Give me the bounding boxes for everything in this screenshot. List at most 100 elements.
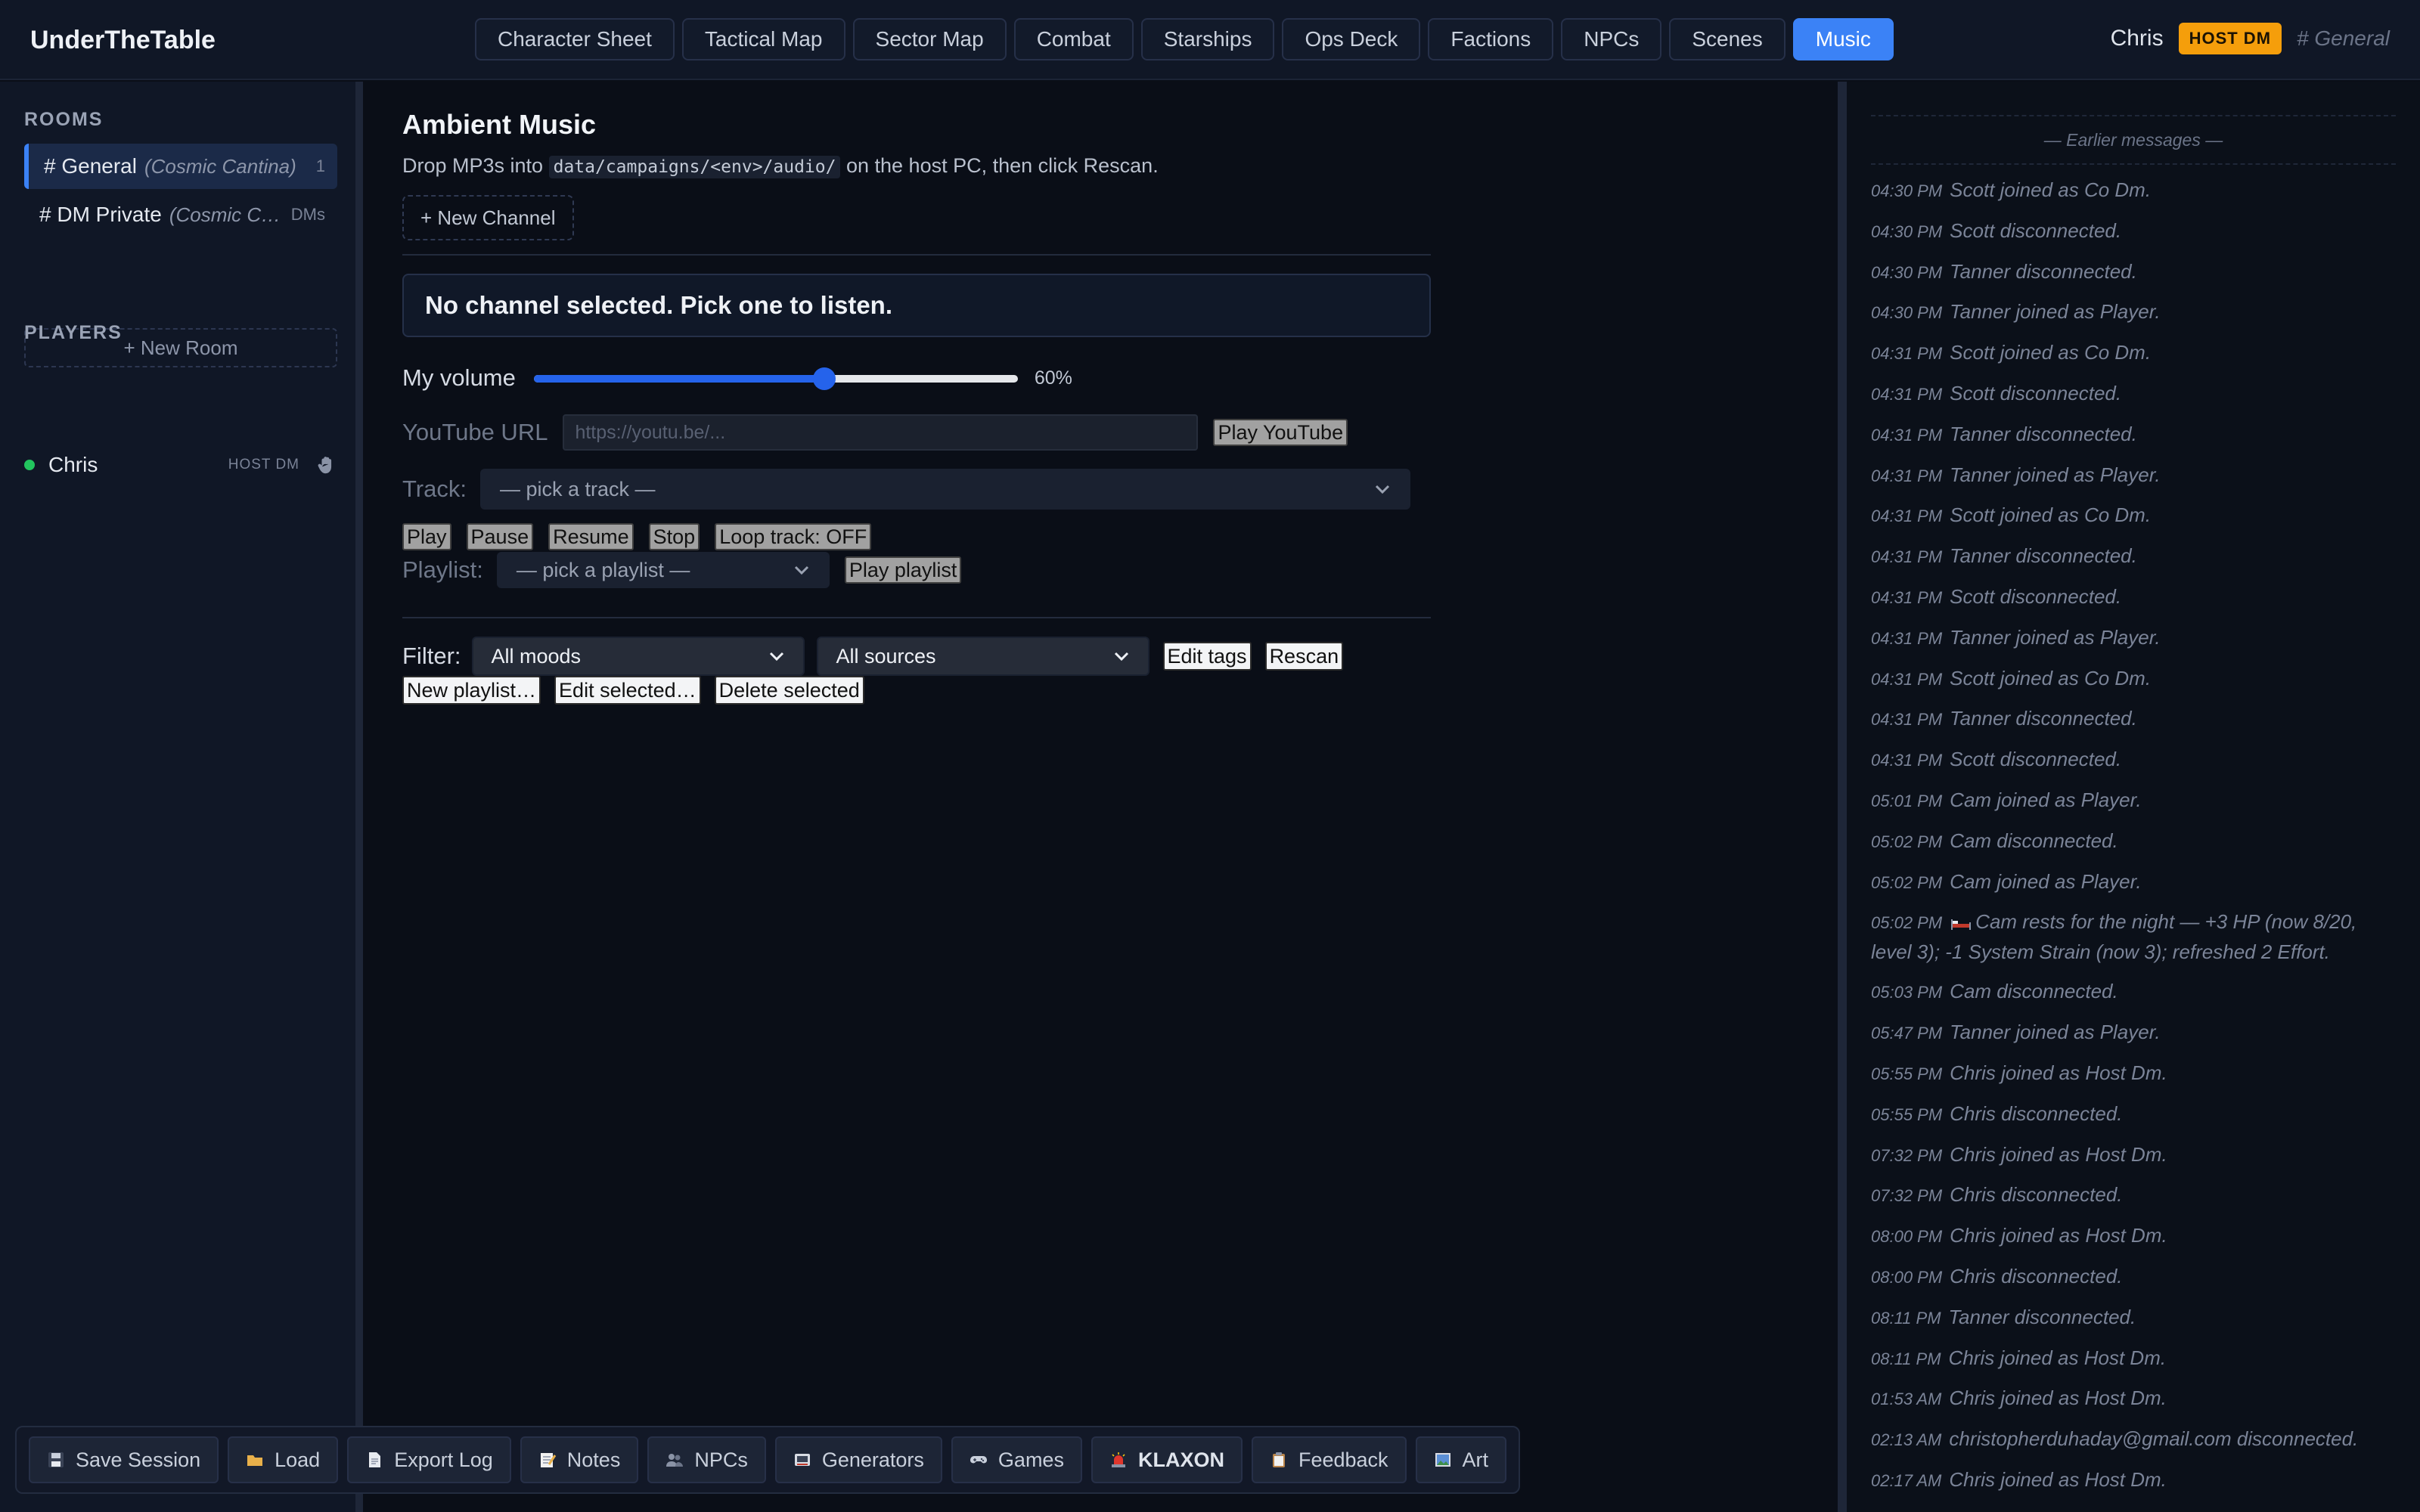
message-text: Chris joined as Host Dm.: [1949, 1387, 2167, 1410]
chevron-down-icon: [1375, 485, 1390, 494]
chevron-down-icon: [1114, 652, 1128, 662]
generators-button[interactable]: Generators: [774, 1436, 942, 1483]
tab-factions[interactable]: Factions: [1428, 18, 1554, 60]
message-timestamp: 04:30 PM: [1871, 262, 1943, 282]
message-timestamp: 08:11 PM: [1871, 1349, 1941, 1368]
resume-button[interactable]: Resume: [548, 523, 634, 550]
chat-message: 04:31 PM Scott joined as Co Dm.: [1871, 500, 2396, 531]
notes-button[interactable]: Notes: [520, 1436, 639, 1483]
track-select[interactable]: — pick a track —: [479, 469, 1410, 510]
play-playlist-button[interactable]: Play playlist: [844, 556, 962, 584]
save-session-button[interactable]: Save Session: [29, 1436, 219, 1483]
chat-message: 04:31 PM Tanner disconnected.: [1871, 704, 2396, 734]
chat-message: 05:02 PM Cam joined as Player.: [1871, 867, 2396, 897]
feedback-button[interactable]: Feedback: [1251, 1436, 1407, 1483]
no-channel-notice: No channel selected. Pick one to listen.: [402, 274, 1431, 337]
tab-tactical-map[interactable]: Tactical Map: [681, 18, 845, 60]
siren-icon: [1111, 1452, 1125, 1467]
tab-combat[interactable]: Combat: [1013, 18, 1134, 60]
message-timestamp: 04:31 PM: [1871, 710, 1943, 730]
tab-scenes[interactable]: Scenes: [1669, 18, 1786, 60]
button-label: Load: [275, 1448, 321, 1471]
chat-message: 04:31 PM Scott disconnected.: [1871, 582, 2396, 612]
message-text: Chris disconnected.: [1950, 1265, 2123, 1287]
youtube-row: YouTube URL https://youtu.be/... Play Yo…: [402, 414, 1348, 451]
new-channel-button[interactable]: + New Channel: [402, 195, 574, 240]
audio-folder-hint: Drop MP3s into data/campaigns/<env>/audi…: [402, 154, 1159, 178]
volume-slider[interactable]: [533, 363, 1018, 393]
message-text: Tanner joined as Player.: [1950, 300, 2161, 324]
play-youtube-button[interactable]: Play YouTube: [1213, 419, 1348, 446]
delete-selected-button[interactable]: Delete selected: [714, 676, 864, 705]
clipboard-icon: [1272, 1452, 1285, 1467]
message-text: Scott disconnected.: [1950, 382, 2122, 404]
tab-ops-deck[interactable]: Ops Deck: [1282, 18, 1421, 60]
message-text: Scott disconnected.: [1950, 585, 2122, 608]
mood-filter-select[interactable]: All moods: [471, 637, 805, 676]
message-text: Tanner joined as Player.: [1950, 1021, 2161, 1044]
export-log-button[interactable]: Export Log: [347, 1436, 511, 1483]
message-timestamp: 04:31 PM: [1871, 547, 1943, 567]
tab-starships[interactable]: Starships: [1140, 18, 1275, 60]
new-playlist-button[interactable]: New playlist…: [402, 676, 541, 705]
divider: [402, 617, 1431, 618]
chat-message: 04:31 PM Scott joined as Co Dm.: [1871, 664, 2396, 694]
message-timestamp: 05:55 PM: [1871, 1105, 1943, 1124]
load-button[interactable]: Load: [228, 1436, 339, 1483]
source-filter-select[interactable]: All sources: [816, 637, 1150, 676]
games-button[interactable]: Games: [951, 1436, 1082, 1483]
button-label: Art: [1462, 1448, 1489, 1471]
current-channel-label: # General: [2297, 26, 2390, 50]
message-text: Chris joined as Host Dm.: [1948, 1346, 2167, 1369]
edit-selected-button[interactable]: Edit selected…: [554, 676, 701, 705]
tab-music[interactable]: Music: [1792, 18, 1894, 60]
message-timestamp: 04:30 PM: [1871, 303, 1943, 323]
room-item-general[interactable]: # General (Cosmic Cantina) 1: [24, 144, 337, 189]
tab-npcs[interactable]: NPCs: [1561, 18, 1662, 60]
message-timestamp: 04:31 PM: [1871, 751, 1943, 770]
playlist-select[interactable]: — pick a playlist —: [496, 552, 830, 588]
dice-icon: [794, 1454, 810, 1466]
message-timestamp: 04:31 PM: [1871, 425, 1943, 445]
npcs-button[interactable]: NPCs: [647, 1436, 766, 1483]
left-sidebar: ROOMS # General (Cosmic Cantina) 1 # DM …: [0, 82, 363, 1512]
chat-message: 02:13 AM christopherduhaday@gmail.com dis…: [1871, 1424, 2396, 1455]
message-timestamp: 08:11 PM: [1871, 1308, 1941, 1328]
chat-message: 04:31 PM Tanner joined as Player.: [1871, 623, 2396, 653]
chat-message: 08:11 PM Tanner disconnected.: [1871, 1303, 2396, 1333]
playlist-actions-row: New playlist… Edit selected… Delete sele…: [402, 676, 864, 705]
player-name: Chris: [48, 453, 98, 476]
edit-tags-button[interactable]: Edit tags: [1162, 642, 1252, 671]
panel-resize-handle[interactable]: [1838, 82, 1847, 1512]
stop-button[interactable]: Stop: [648, 523, 700, 550]
message-text: Tanner disconnected.: [1950, 422, 2137, 445]
rescan-button[interactable]: Rescan: [1264, 642, 1344, 671]
youtube-url-input[interactable]: https://youtu.be/...: [563, 414, 1199, 451]
play-button[interactable]: Play: [402, 523, 451, 550]
chat-message: 04:31 PM Tanner joined as Player.: [1871, 460, 2396, 491]
chat-message: 08:11 PM Chris joined as Host Dm.: [1871, 1343, 2396, 1374]
message-text: Scott joined as Co Dm.: [1950, 178, 2152, 201]
chat-message: 04:31 PM Tanner disconnected.: [1871, 420, 2396, 450]
raise-hand-icon[interactable]: [316, 454, 337, 476]
art-button[interactable]: Art: [1415, 1436, 1507, 1483]
tab-character-sheet[interactable]: Character Sheet: [475, 18, 675, 60]
volume-thumb[interactable]: [812, 367, 836, 390]
message-text: Tanner joined as Player.: [1950, 625, 2161, 649]
tab-sector-map[interactable]: Sector Map: [852, 18, 1007, 60]
message-text: Tanner disconnected.: [1950, 544, 2137, 568]
earlier-messages-link[interactable]: — Earlier messages —: [1871, 115, 2396, 165]
message-text: Chris joined as Host Dm.: [1950, 1061, 2167, 1084]
pause-button[interactable]: Pause: [466, 523, 534, 550]
klaxon-button[interactable]: KLAXON: [1091, 1436, 1243, 1483]
message-text: Chris joined as Host Dm.: [1950, 1142, 2167, 1166]
audio-folder-path: data/campaigns/<env>/audio/: [548, 156, 841, 178]
room-item-dm-private[interactable]: # DM Private (Cosmic Cantina) DMs: [24, 192, 337, 237]
button-label: Save Session: [76, 1448, 201, 1471]
room-count: 1: [315, 156, 325, 175]
hint-text-start: Drop MP3s into: [402, 154, 544, 177]
chat-message: 05:03 PM Cam disconnected.: [1871, 977, 2396, 1007]
message-text: Tanner disconnected.: [1948, 1305, 2136, 1328]
button-label: Feedback: [1298, 1448, 1388, 1471]
loop-track-toggle[interactable]: Loop track: OFF: [715, 523, 872, 550]
